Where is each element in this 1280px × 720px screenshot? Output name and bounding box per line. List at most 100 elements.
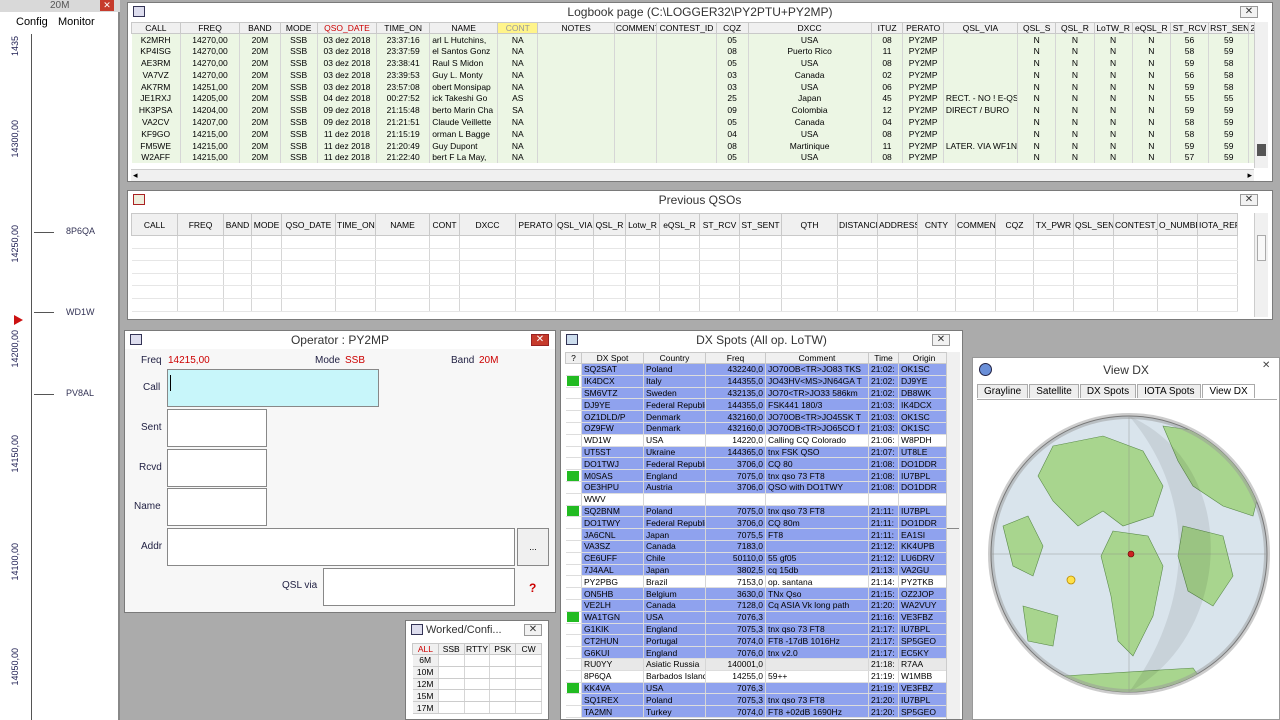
logbook-cell[interactable]: 05 — [716, 151, 749, 164]
dx-spot-cell[interactable]: QSO with DO1TWY — [765, 481, 869, 494]
logbook-cell[interactable]: N — [1017, 92, 1057, 105]
logbook-cell[interactable]: SSB — [280, 127, 318, 140]
logbook-cell[interactable] — [537, 80, 615, 93]
logbook-cell[interactable]: 14270,00 — [180, 68, 241, 81]
previous-column-header[interactable]: Lotw_R — [625, 213, 660, 236]
dx-spot-cell[interactable]: Federal Republic o — [643, 457, 706, 471]
logbook-cell[interactable]: PY2MP — [902, 45, 944, 58]
logbook-cell[interactable]: JE1RXJ — [131, 92, 181, 105]
dx-spot-cell[interactable]: 21:03: — [868, 422, 899, 435]
dx-spots-column-header[interactable]: DX Spot — [581, 352, 644, 364]
dx-spot-cell[interactable]: FT8 +02dB 1690Hz — [765, 705, 869, 718]
previous-column-header[interactable]: ST_SENT — [739, 213, 782, 236]
logbook-row[interactable]: AE3RM 14270,00 20M SSB 03 dez 2018 23:38:41 Ra… — [131, 57, 1256, 69]
dx-spot-row[interactable]: DO1TWJFederal Republic o3706,0CQ 8021:08… — [565, 457, 950, 471]
logbook-cell[interactable]: N — [1017, 33, 1057, 46]
dx-spot-cell[interactable]: 21:12: — [868, 552, 899, 565]
worked-cell[interactable] — [489, 689, 517, 703]
logbook-column-header[interactable]: COMMENT — [613, 22, 658, 34]
logbook-cell[interactable]: N — [1094, 116, 1133, 128]
logbook-cell[interactable]: 14205,00 — [180, 92, 241, 105]
logbook-cell[interactable]: N — [1055, 68, 1095, 81]
dx-spot-cell[interactable] — [898, 493, 950, 506]
dx-spot-cell[interactable]: KK4VA — [581, 682, 644, 695]
logbook-column-header[interactable]: QSL_VIA — [942, 22, 1019, 34]
logbook-cell[interactable]: N — [1055, 57, 1095, 69]
logbook-cell[interactable]: 21:22:40 — [376, 151, 431, 164]
logbook-cell[interactable]: 58 — [1208, 57, 1250, 69]
dx-spot-cell[interactable]: G6KUI — [581, 646, 644, 659]
previous-column-header[interactable]: CALL — [131, 213, 178, 236]
dx-spot-cell[interactable]: Poland — [643, 693, 706, 707]
logbook-cell[interactable] — [537, 127, 615, 140]
dx-spot-cell[interactable]: ON5HB — [581, 587, 644, 600]
logbook-cell[interactable]: 03 dez 2018 — [317, 68, 378, 81]
tab-view-dx[interactable]: View DX — [1202, 384, 1255, 398]
dx-spot-cell[interactable]: 144355,0 — [705, 375, 766, 388]
dx-spot-cell[interactable]: JA6CNL — [581, 528, 644, 541]
dx-spot-cell[interactable]: 7074,0 — [705, 705, 766, 718]
dx-spot-cell[interactable]: SQ1REX — [581, 693, 644, 707]
logbook-column-header[interactable]: QSL_R — [1055, 22, 1095, 34]
dx-spot-cell[interactable]: 7076,0 — [705, 646, 766, 659]
logbook-cell[interactable] — [656, 68, 717, 81]
logbook-cell[interactable]: 21:21:51 — [376, 116, 431, 128]
logbook-cell[interactable]: USA — [748, 57, 872, 69]
logbook-cell[interactable]: 14215,00 — [180, 139, 241, 152]
dx-spot-row[interactable]: G1KIK England 7075,3 tnx qso 73 FT8 21:17: IU… — [565, 623, 950, 636]
logbook-cell[interactable]: N — [1132, 139, 1171, 152]
dx-spot-cell[interactable]: OE3HPU — [581, 481, 644, 494]
dx-spot-cell[interactable]: 21:11: — [868, 505, 899, 518]
dx-spot-cell[interactable]: PY2TKB — [898, 575, 950, 589]
logbook-cell[interactable]: Raul S Midon — [429, 57, 499, 69]
dx-spot-row[interactable]: SM6VTZ Sweden 432135,0 JO70<TR>JO33 586km 21… — [565, 387, 950, 400]
dx-spot-cell[interactable]: 21:11: — [868, 528, 899, 541]
previous-vscrollbar[interactable] — [1254, 213, 1268, 317]
logbook-cell[interactable]: N — [1132, 68, 1171, 81]
dx-spot-cell[interactable]: VA3SZ — [581, 540, 644, 553]
scroll-right-icon[interactable]: ▸ — [1247, 170, 1252, 181]
dx-spot-row[interactable]: WA1TGN USA 7076,3 21:16: VE3FBZ — [565, 611, 950, 624]
logbook-cell[interactable]: 14270,00 — [180, 33, 241, 46]
logbook-cell[interactable]: SSB — [280, 33, 318, 46]
logbook-cell[interactable]: NA — [497, 68, 539, 81]
logbook-cell[interactable]: 08 — [716, 45, 749, 58]
logbook-column-header[interactable]: CONT — [497, 22, 539, 34]
worked-cell[interactable] — [489, 701, 517, 714]
logbook-cell[interactable] — [537, 45, 615, 58]
logbook-cell[interactable]: 56 — [1170, 33, 1210, 46]
logbook-cell[interactable] — [614, 139, 658, 152]
dx-spot-cell[interactable]: LU6DRV — [898, 552, 950, 565]
logbook-cell[interactable]: 20M — [239, 33, 281, 46]
previous-column-header[interactable]: FREQ — [177, 213, 224, 236]
dx-spot-cell[interactable] — [643, 493, 706, 506]
dx-spot-cell[interactable]: CT2HUN — [581, 634, 644, 648]
dx-spot-cell[interactable]: Cq ASIA Vk long path — [765, 599, 869, 612]
logbook-cell[interactable]: 58 — [1170, 45, 1210, 58]
view-dx-close-button[interactable]: ✕ — [1262, 360, 1270, 371]
previous-column-header[interactable]: BAND — [223, 213, 252, 236]
worked-close-button[interactable]: ✕ — [524, 624, 542, 636]
logbook-cell[interactable]: 03 dez 2018 — [317, 57, 378, 69]
dx-spot-cell[interactable]: 21:16: — [868, 611, 899, 624]
logbook-cell[interactable]: N — [1094, 45, 1133, 58]
logbook-cell[interactable]: PY2MP — [902, 151, 944, 164]
rcvd-input[interactable] — [167, 449, 267, 487]
logbook-cell[interactable]: 04 — [871, 116, 904, 128]
dx-spot-cell[interactable]: SP5GEO — [898, 634, 950, 648]
previous-column-header[interactable]: QSL_SENT — [1073, 213, 1114, 236]
worked-mode-header[interactable]: SSB — [437, 643, 465, 655]
dx-spot-cell[interactable]: 21:08: — [868, 469, 899, 482]
dx-spot-row[interactable]: WWV — [565, 493, 950, 506]
dx-spot-cell[interactable] — [765, 493, 869, 506]
dx-spot-row[interactable]: SQ2SAT Poland 432240,0 JO70OB<TR>JO83 TKS 21… — [565, 363, 950, 376]
dx-spot-row[interactable]: VA3SZ Canada 7183,0 21:12: KK4UPB — [565, 540, 950, 553]
logbook-cell[interactable]: DIRECT / BURO — [943, 104, 1019, 117]
logbook-cell[interactable] — [614, 68, 658, 81]
logbook-cell[interactable]: KP4ISG — [131, 45, 181, 58]
dx-spot-cell[interactable]: Canada — [643, 540, 706, 553]
logbook-cell[interactable] — [614, 33, 658, 46]
previous-column-header[interactable]: QSL_R — [593, 213, 626, 236]
dx-spot-row[interactable]: DO1TWYFederal Republic o3706,0CQ 80m21:1… — [565, 516, 950, 530]
logbook-column-header[interactable]: CALL — [131, 22, 181, 34]
